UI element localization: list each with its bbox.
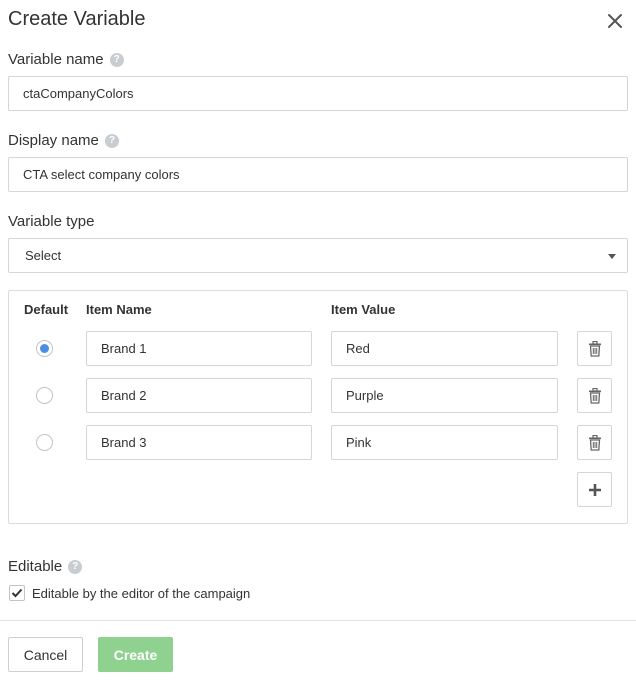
- variable-type-select[interactable]: Select: [8, 238, 628, 273]
- delete-item-button-row-3[interactable]: [577, 425, 612, 460]
- display-name-value: CTA select company colors: [23, 167, 180, 182]
- column-header-default: Default: [24, 302, 69, 317]
- item-name-value: Brand 2: [101, 388, 147, 403]
- variable-name-label-text: Variable name: [8, 51, 104, 68]
- caret-down-icon: [608, 254, 616, 259]
- trash-icon: [588, 340, 601, 357]
- item-name-input-row-1[interactable]: Brand 1: [86, 331, 312, 366]
- variable-name-value: ctaCompanyColors: [23, 86, 134, 101]
- editable-checkbox[interactable]: [9, 585, 25, 601]
- default-radio-row-1[interactable]: [36, 340, 53, 357]
- help-icon[interactable]: ?: [68, 559, 83, 574]
- display-name-label-text: Display name: [8, 132, 99, 149]
- item-value-value: Purple: [346, 388, 384, 403]
- column-header-item-name: Item Name: [86, 302, 152, 317]
- display-name-input[interactable]: CTA select company colors: [8, 157, 628, 192]
- editable-label-text: Editable: [8, 558, 63, 575]
- close-icon[interactable]: [604, 10, 626, 32]
- delete-item-button-row-1[interactable]: [577, 331, 612, 366]
- trash-icon: [588, 387, 601, 404]
- item-value-input-row-3[interactable]: Pink: [331, 425, 558, 460]
- checkmark-icon: [11, 588, 23, 598]
- item-name-input-row-2[interactable]: Brand 2: [86, 378, 312, 413]
- create-button[interactable]: Create: [98, 637, 173, 672]
- display-name-label: Display name ?: [8, 132, 119, 149]
- cancel-button[interactable]: Cancel: [8, 637, 83, 672]
- variable-type-selected-value: Select: [25, 248, 62, 263]
- column-header-item-value: Item Value: [331, 302, 396, 317]
- dialog-title: Create Variable: [8, 8, 146, 30]
- close-button[interactable]: [604, 10, 626, 32]
- default-radio-row-3[interactable]: [36, 434, 53, 451]
- trash-icon: [588, 434, 601, 451]
- item-name-input-row-3[interactable]: Brand 3: [86, 425, 312, 460]
- add-item-button[interactable]: [577, 472, 612, 507]
- editable-label: Editable ?: [8, 558, 83, 575]
- editable-checkbox-label[interactable]: Editable by the editor of the campaign: [32, 586, 250, 601]
- item-name-value: Brand 3: [101, 435, 147, 450]
- help-icon[interactable]: ?: [104, 133, 119, 148]
- delete-item-button-row-2[interactable]: [577, 378, 612, 413]
- item-value-input-row-1[interactable]: Red: [331, 331, 558, 366]
- plus-icon: [588, 483, 601, 496]
- variable-name-input[interactable]: ctaCompanyColors: [8, 76, 628, 111]
- item-value-input-row-2[interactable]: Purple: [331, 378, 558, 413]
- variable-type-label-text: Variable type: [8, 213, 95, 230]
- item-value-value: Red: [346, 341, 370, 356]
- default-radio-row-2[interactable]: [36, 387, 53, 404]
- item-name-value: Brand 1: [101, 341, 147, 356]
- help-icon[interactable]: ?: [109, 52, 124, 67]
- item-value-value: Pink: [346, 435, 372, 450]
- variable-type-label: Variable type: [8, 213, 94, 230]
- variable-name-label: Variable name ?: [8, 51, 124, 68]
- select-items-panel: Default Item Name Item Value Brand 1 Red…: [8, 290, 628, 524]
- footer-divider: [0, 620, 636, 621]
